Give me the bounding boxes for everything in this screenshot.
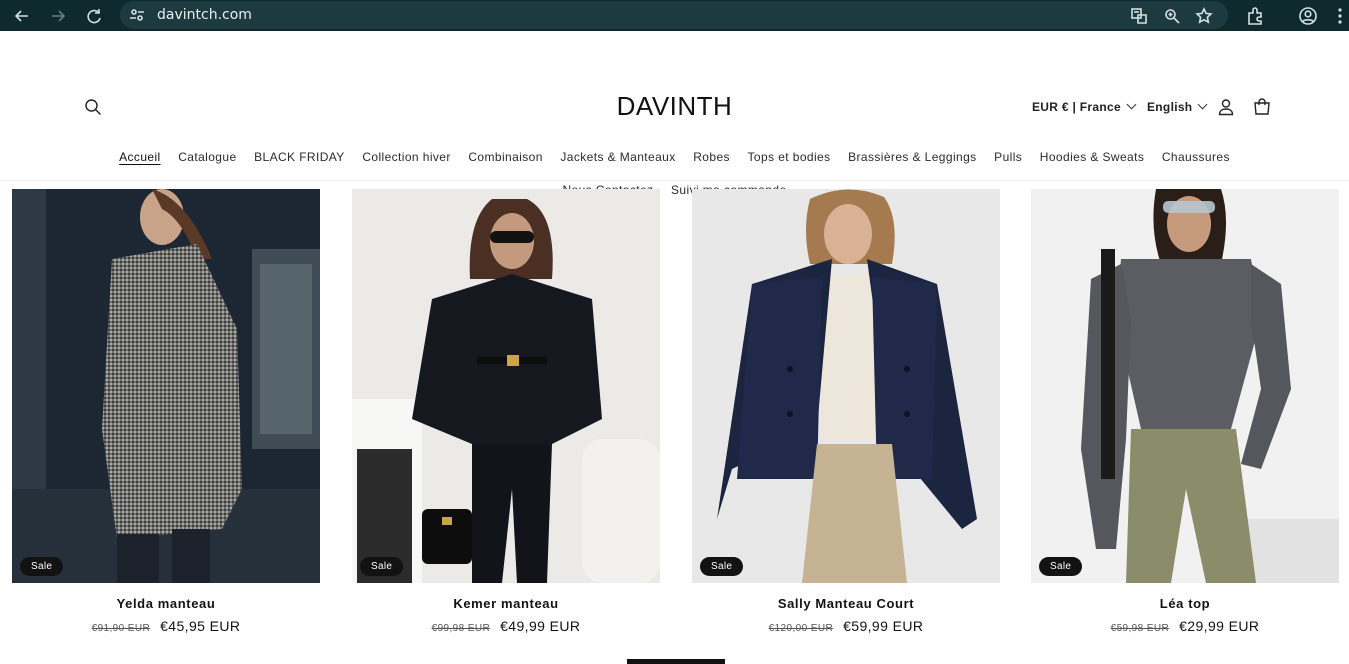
product-price: €91,90 EUR €45,95 EUR xyxy=(12,618,320,634)
product-card[interactable]: Sale Sally Manteau Court €120,00 EUR €59,… xyxy=(692,189,1000,634)
product-price: €120,00 EUR €59,99 EUR xyxy=(692,618,1000,634)
menu-item-robes[interactable]: Robes xyxy=(693,150,730,164)
product-card[interactable]: Sale Yelda manteau €91,90 EUR €45,95 EUR xyxy=(12,189,320,634)
cart-icon[interactable] xyxy=(1252,97,1272,117)
menu-item-tops-bodies[interactable]: Tops et bodies xyxy=(748,150,831,164)
currency-selector[interactable]: EUR € | France xyxy=(1032,99,1137,114)
menu-item-black-friday[interactable]: BLACK FRIDAY xyxy=(254,150,345,164)
profile-icon[interactable] xyxy=(1297,5,1319,27)
menu-item-brassieres-leggings[interactable]: Brassières & Leggings xyxy=(848,150,976,164)
translate-icon[interactable] xyxy=(1130,7,1148,25)
more-menu-icon[interactable] xyxy=(1329,5,1349,27)
product-title[interactable]: Léa top xyxy=(1031,596,1339,611)
sale-badge: Sale xyxy=(360,557,404,576)
menu-item-accueil[interactable]: Accueil xyxy=(119,150,160,164)
sale-price: €59,99 EUR xyxy=(843,618,924,634)
menu-item-collection-hiver[interactable]: Collection hiver xyxy=(362,150,450,164)
menu-item-hoodies-sweats[interactable]: Hoodies & Sweats xyxy=(1040,150,1144,164)
site-header: DAVINTH EUR € | France English Accueil Ca… xyxy=(0,31,1349,197)
old-price: €99,98 EUR xyxy=(431,623,491,634)
product-price: €59,98 EUR €29,99 EUR xyxy=(1031,618,1339,634)
old-price: €59,98 EUR xyxy=(1110,623,1170,634)
reload-icon[interactable] xyxy=(83,5,105,27)
view-all-button[interactable] xyxy=(627,659,725,664)
product-title[interactable]: Yelda manteau xyxy=(12,596,320,611)
extensions-icon[interactable] xyxy=(1244,5,1266,27)
sale-badge: Sale xyxy=(1039,557,1083,576)
language-selector-label: English xyxy=(1147,100,1193,114)
chevron-down-icon xyxy=(1126,99,1137,110)
product-card[interactable]: Sale Léa top €59,98 EUR €29,99 EUR xyxy=(1031,189,1339,634)
account-icon[interactable] xyxy=(1216,97,1236,117)
menu-item-chaussures[interactable]: Chaussures xyxy=(1162,150,1230,164)
sale-price: €45,95 EUR xyxy=(160,618,241,634)
language-selector[interactable]: English xyxy=(1147,99,1208,114)
currency-selector-label: EUR € | France xyxy=(1032,100,1121,114)
menu-item-pulls[interactable]: Pulls xyxy=(994,150,1022,164)
product-card[interactable]: Sale Kemer manteau €99,98 EUR €49,99 EUR xyxy=(352,189,660,634)
product-image[interactable]: Sale xyxy=(1031,189,1339,583)
product-title[interactable]: Sally Manteau Court xyxy=(692,596,1000,611)
sale-price: €29,99 EUR xyxy=(1179,618,1260,634)
old-price: €120,00 EUR xyxy=(768,623,834,634)
menu-item-combinaison[interactable]: Combinaison xyxy=(468,150,542,164)
product-grid: Sale Yelda manteau €91,90 EUR €45,95 EUR xyxy=(0,189,1349,664)
site-settings-icon[interactable] xyxy=(129,7,145,23)
main-menu: Accueil Catalogue BLACK FRIDAY Collection h… xyxy=(0,150,1349,164)
product-image[interactable]: Sale xyxy=(352,189,660,583)
browser-toolbar: davintch.com xyxy=(0,0,1349,31)
sale-price: €49,99 EUR xyxy=(500,618,581,634)
sale-badge: Sale xyxy=(700,557,744,576)
url-text: davintch.com xyxy=(157,7,252,23)
product-price: €99,98 EUR €49,99 EUR xyxy=(352,618,660,634)
product-image[interactable]: Sale xyxy=(692,189,1000,583)
chevron-down-icon xyxy=(1197,99,1208,110)
product-title[interactable]: Kemer manteau xyxy=(352,596,660,611)
bookmark-star-icon[interactable] xyxy=(1195,7,1213,25)
product-image[interactable]: Sale xyxy=(12,189,320,583)
old-price: €91,90 EUR xyxy=(91,623,151,634)
forward-arrow-icon[interactable] xyxy=(47,5,69,27)
menu-item-jackets-manteaux[interactable]: Jackets & Manteaux xyxy=(560,150,675,164)
back-arrow-icon[interactable] xyxy=(11,5,33,27)
menu-item-catalogue[interactable]: Catalogue xyxy=(178,150,236,164)
address-bar[interactable]: davintch.com xyxy=(120,1,1228,29)
sale-badge: Sale xyxy=(20,557,64,576)
zoom-icon[interactable] xyxy=(1163,7,1181,25)
